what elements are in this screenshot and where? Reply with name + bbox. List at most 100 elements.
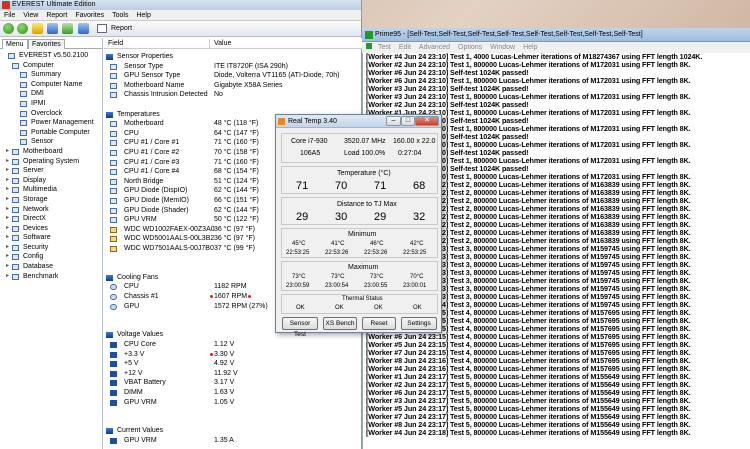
expand-toggle-icon[interactable]: ▸: [6, 177, 11, 183]
tree-item[interactable]: Power Management: [0, 118, 102, 128]
expand-toggle-icon[interactable]: ▸: [6, 273, 11, 279]
sensor-row[interactable]: GPU VRM 1.35 A: [104, 436, 362, 446]
refresh-icon[interactable]: [47, 23, 58, 34]
expand-toggle-icon[interactable]: ▸: [6, 206, 11, 212]
tree-node-icon: [20, 120, 27, 127]
tree-item[interactable]: ▸ Database: [0, 262, 102, 272]
menu-favorites[interactable]: Favorites: [71, 10, 108, 21]
menu-view[interactable]: View: [19, 10, 42, 21]
tree-item[interactable]: Summary: [0, 70, 102, 80]
core3-max: 73°C: [370, 274, 384, 280]
everest-titlebar[interactable]: EVEREST Ultimate Edition: [0, 0, 361, 10]
sensor-row[interactable]: Sensor Type ITE IT8720F (ISA 290h): [104, 62, 362, 72]
sensor-test-button[interactable]: Sensor Test: [282, 317, 318, 338]
sensor-row[interactable]: GPU VRM 1.05 V: [104, 398, 362, 408]
tree-node-icon: [12, 264, 19, 271]
column-value[interactable]: Value: [214, 38, 231, 49]
sensor-icon: [110, 217, 117, 224]
column-separator[interactable]: [209, 39, 210, 48]
tree-item[interactable]: DMI: [0, 89, 102, 99]
sensor-row[interactable]: Chassis Intrusion Detected No: [104, 90, 362, 100]
expand-toggle-icon[interactable]: ▸: [6, 158, 11, 164]
tree-item[interactable]: ▸ Security: [0, 243, 102, 253]
report-button[interactable]: Report: [97, 22, 132, 35]
tree-item[interactable]: IPMI: [0, 99, 102, 109]
cpu-ratio: 160.00 x 22.0: [393, 138, 436, 145]
cpu-stepping: 106A5: [300, 150, 321, 157]
menu-options[interactable]: Options: [454, 44, 486, 51]
tree-item[interactable]: ▸ Software: [0, 233, 102, 243]
reset-button[interactable]: Reset: [362, 317, 396, 330]
folder-up-icon[interactable]: [32, 23, 43, 34]
sensor-row[interactable]: GPU Sensor Type Diode, Volterra VT1165 (A…: [104, 71, 362, 81]
expand-toggle-icon[interactable]: ▸: [6, 225, 11, 231]
expand-toggle-icon[interactable]: ▸: [6, 215, 11, 221]
tree-node-icon: [12, 244, 19, 251]
menu-tools[interactable]: Tools: [108, 10, 132, 21]
back-icon[interactable]: [3, 23, 14, 34]
xs-bench-button[interactable]: XS Bench: [323, 317, 357, 330]
expand-toggle-icon[interactable]: ▸: [6, 196, 11, 202]
forward-icon[interactable]: [17, 23, 28, 34]
tree-item[interactable]: Computer Name: [0, 80, 102, 90]
sensor-row[interactable]: CPU Core 1.12 V: [104, 340, 362, 350]
row-field: Motherboard: [124, 120, 164, 128]
tree-item[interactable]: ▸ Benchmark: [0, 272, 102, 282]
sensor-row[interactable]: DIMM 1.63 V: [104, 388, 362, 398]
section-header[interactable]: Sensor Properties: [104, 52, 362, 62]
maximize-button[interactable]: □: [401, 116, 415, 126]
menu-file[interactable]: File: [0, 10, 19, 21]
tree-item[interactable]: ▸ Motherboard: [0, 147, 102, 157]
report-wizard-icon[interactable]: [78, 23, 89, 34]
core2-status: OK: [335, 305, 344, 311]
tree-item[interactable]: ▸ Storage: [0, 195, 102, 205]
sensor-row[interactable]: +5 V 4.92 V: [104, 359, 362, 369]
favorites-icon[interactable]: [62, 23, 73, 34]
tab-favorites[interactable]: Favorites: [28, 39, 65, 49]
close-button[interactable]: ✕: [415, 116, 439, 126]
cpu-mhz: 3520.07 MHz: [344, 138, 386, 145]
expand-toggle-icon[interactable]: ▸: [6, 148, 11, 154]
core4-max-time: 23:00:01: [403, 283, 427, 289]
tree-item[interactable]: ▸ Network: [0, 205, 102, 215]
tree-item[interactable]: ▸ Multimedia: [0, 185, 102, 195]
sensor-row[interactable]: Motherboard Name Gigabyte X58A Series: [104, 81, 362, 91]
menu-edit[interactable]: Edit: [395, 44, 415, 51]
tree-item[interactable]: Computer: [0, 61, 102, 71]
core4-min: 42°C: [410, 241, 424, 247]
realtemp-titlebar[interactable]: Real Temp 3.40 – □ ✕: [276, 115, 441, 128]
tree-item[interactable]: ▸ DirectX: [0, 214, 102, 224]
expand-toggle-icon[interactable]: ▸: [6, 234, 11, 240]
tree-node-icon: [12, 158, 19, 165]
menu-window[interactable]: Window: [486, 44, 519, 51]
tree-item[interactable]: EVEREST v5.50.2100: [0, 51, 102, 61]
sensor-row[interactable]: VBAT Battery 3.17 V: [104, 378, 362, 388]
menu-help-p95[interactable]: Help: [519, 44, 541, 51]
sensor-row[interactable]: +12 V 11.92 V: [104, 369, 362, 379]
tree-item[interactable]: ▸ Operating System: [0, 157, 102, 167]
expand-toggle-icon[interactable]: ▸: [6, 186, 11, 192]
menu-test[interactable]: Test: [374, 44, 395, 51]
tab-menu[interactable]: Menu: [2, 39, 28, 49]
minimize-button[interactable]: –: [386, 116, 401, 126]
tree-item[interactable]: ▸ Devices: [0, 224, 102, 234]
column-field[interactable]: Field: [108, 38, 123, 49]
tree-item[interactable]: Sensor: [0, 137, 102, 147]
tree-item[interactable]: Portable Computer: [0, 128, 102, 138]
sensor-row[interactable]: +3.3 V 3.30 V: [104, 350, 362, 360]
section-header[interactable]: Current Values: [104, 426, 362, 436]
tree-item[interactable]: Overclock: [0, 109, 102, 119]
settings-button[interactable]: Settings: [401, 317, 437, 330]
menu-report[interactable]: Report: [42, 10, 71, 21]
expand-toggle-icon[interactable]: ▸: [6, 263, 11, 269]
tree-item[interactable]: ▸ Display: [0, 176, 102, 186]
menu-help[interactable]: Help: [132, 10, 154, 21]
expand-toggle-icon[interactable]: ▸: [6, 167, 11, 173]
expand-toggle-icon[interactable]: ▸: [6, 244, 11, 250]
menu-advanced[interactable]: Advanced: [415, 44, 454, 51]
tree-item[interactable]: ▸ Server: [0, 166, 102, 176]
report-label: Report: [111, 25, 133, 32]
tree-item[interactable]: ▸ Config: [0, 252, 102, 262]
expand-toggle-icon[interactable]: ▸: [6, 253, 11, 259]
prime95-titlebar[interactable]: Prime95 - [Self-Test,Self-Test,Self-Test…: [362, 28, 750, 42]
